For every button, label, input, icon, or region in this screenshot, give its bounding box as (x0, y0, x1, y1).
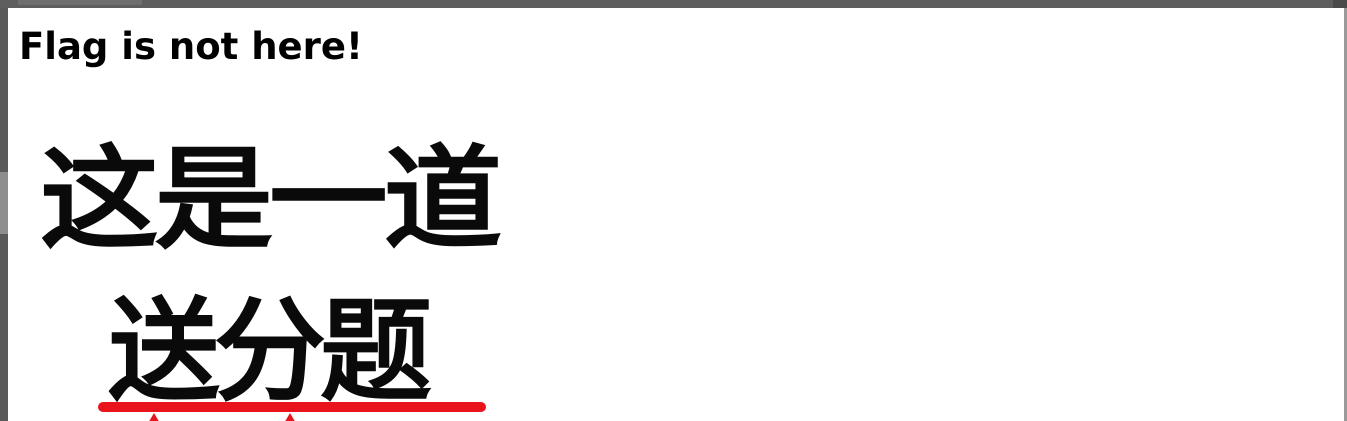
meme-text-line1: 这是一道 (40, 135, 502, 265)
browser-tab[interactable] (18, 0, 142, 5)
red-underline (98, 402, 486, 412)
page-content: Flag is not here! 这是一道 送分题 (8, 8, 1344, 421)
browser-chrome-strip (0, 0, 1347, 8)
red-arrow-right (283, 413, 297, 421)
red-arrow-left (147, 413, 161, 421)
meme-image: 这是一道 送分题 (24, 120, 524, 421)
left-edge-segment (0, 172, 8, 234)
meme-text-line2: 送分题 (108, 287, 432, 417)
page-heading: Flag is not here! (19, 25, 363, 68)
left-window-edge (0, 8, 8, 421)
window-edge (1333, 0, 1347, 8)
